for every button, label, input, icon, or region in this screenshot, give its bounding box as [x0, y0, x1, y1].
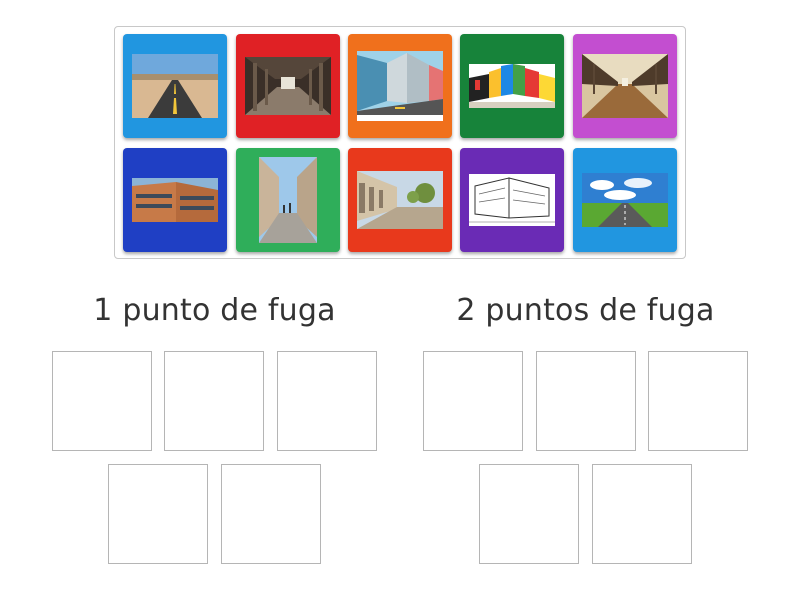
group-title-2-puntos: 2 puntos de fuga — [456, 293, 715, 328]
drop-slot-group-1[interactable] — [164, 351, 264, 451]
drop-slot-group-2[interactable] — [648, 351, 748, 451]
tile-corner-building[interactable] — [123, 148, 227, 252]
drop-slot-group-1[interactable] — [277, 351, 377, 451]
tile-sky-road[interactable] — [573, 148, 677, 252]
drop-slot-group-1[interactable] — [221, 464, 321, 564]
corner-building-image — [132, 178, 218, 222]
drop-slot-group-2[interactable] — [423, 351, 523, 451]
tile-arcade-plaza[interactable] — [348, 148, 452, 252]
colored-buildings-drawing-image — [469, 64, 555, 108]
arcade-plaza-image — [357, 171, 443, 229]
group-title-1-punto: 1 punto de fuga — [93, 293, 336, 328]
tile-desert-road[interactable] — [123, 34, 227, 138]
wooden-bridge-image — [582, 54, 668, 118]
tile-sketch-buildings[interactable] — [460, 148, 564, 252]
sky-road-image — [582, 173, 668, 227]
tile-colored-buildings-drawing[interactable] — [460, 34, 564, 138]
tile-colonnade-corridor[interactable] — [236, 34, 340, 138]
tile-wooden-bridge[interactable] — [573, 34, 677, 138]
sketch-buildings-image — [469, 174, 555, 226]
tile-building-street-drawing[interactable] — [348, 34, 452, 138]
city-street-image — [259, 157, 317, 243]
drop-slot-group-2[interactable] — [536, 351, 636, 451]
building-street-drawing-image — [357, 51, 443, 121]
colonnade-corridor-image — [245, 57, 331, 115]
tile-city-street[interactable] — [236, 148, 340, 252]
drop-slot-group-2[interactable] — [479, 464, 579, 564]
desert-road-image — [132, 54, 218, 118]
drop-slot-group-2[interactable] — [592, 464, 692, 564]
drop-slot-group-1[interactable] — [108, 464, 208, 564]
drop-slot-group-1[interactable] — [52, 351, 152, 451]
